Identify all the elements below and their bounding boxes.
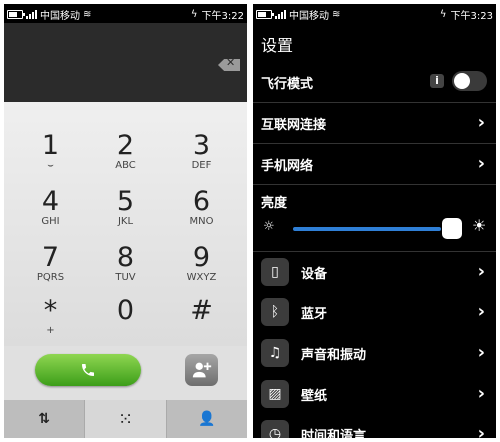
device-row[interactable]: ▯ 设备 › (253, 252, 496, 292)
clock-label: 下午3:23 (450, 11, 493, 22)
call-row (4, 346, 247, 402)
chevron-right-icon: › (477, 301, 485, 322)
dialer-tab-bar: ⇅ ⁙ 👤 (4, 400, 247, 438)
chevron-right-icon: › (477, 112, 485, 133)
status-bar: 中国移动 ≋ ϟ 下午3:23 (253, 4, 496, 23)
internet-connection-row[interactable]: 互联网连接 › (253, 103, 496, 143)
brightness-slider-handle[interactable] (442, 218, 462, 239)
key-5[interactable]: 5 JKL (85, 183, 166, 244)
key-7[interactable]: 7 PQRS (10, 239, 91, 300)
bluetooth-row[interactable]: ᛒ 蓝牙 › (253, 292, 496, 332)
key-6[interactable]: 6 MNO (161, 183, 242, 244)
key-3[interactable]: 3 DEF (161, 127, 242, 188)
brightness-slider[interactable] (293, 227, 441, 231)
brightness-label: 亮度 (261, 196, 288, 211)
page-title: 设置 (261, 36, 294, 55)
contacts-icon: 👤 (198, 411, 216, 427)
key-2[interactable]: 2 ABC (85, 127, 166, 188)
wifi-icon: ≋ (332, 9, 341, 20)
mobile-network-row[interactable]: 手机网络 › (253, 144, 496, 184)
dialpad-icon: ⁙ (117, 408, 134, 430)
divider (253, 184, 496, 185)
chevron-right-icon: › (477, 342, 485, 363)
bluetooth-icon: ᛒ (261, 298, 289, 326)
wallpaper-icon: ▨ (261, 380, 289, 408)
keypad: 1 ⌣ 2 ABC 3 DEF 4 GHI 5 JKL 6 MNO 7 PQRS 8 TUV 9… (4, 102, 247, 346)
wallpaper-row[interactable]: ▨ 壁纸 › (253, 374, 496, 414)
call-button[interactable] (35, 354, 141, 386)
key-1[interactable]: 1 ⌣ (10, 127, 91, 188)
clock-label: 下午3:22 (201, 11, 244, 22)
brightness-low-icon: ☼ (263, 219, 275, 234)
add-contact-button[interactable] (185, 354, 218, 386)
sound-vibration-row[interactable]: ♫ 声音和振动 › (253, 333, 496, 373)
battery-icon (7, 10, 25, 19)
tab-contacts[interactable]: 👤 (167, 400, 247, 438)
airplane-mode-row[interactable]: 飞行模式 i (253, 62, 496, 102)
signal-icon (26, 10, 37, 19)
charging-icon: ϟ (439, 9, 447, 20)
call-log-icon: ⇅ (38, 411, 51, 427)
voicemail-icon: ⌣ (47, 160, 54, 171)
tab-call-log[interactable]: ⇅ (4, 400, 86, 438)
backspace-button[interactable]: ✕ (218, 59, 240, 71)
airplane-mode-toggle[interactable] (452, 71, 487, 91)
chevron-right-icon: › (477, 261, 485, 282)
status-bar: 中国移动 ≋ ϟ 下午3:22 (4, 4, 247, 23)
brightness-high-icon: ☀ (472, 216, 487, 235)
sound-icon: ♫ (261, 339, 289, 367)
carrier-label: 中国移动 (289, 11, 329, 22)
add-contact-icon (192, 362, 212, 378)
dialer-screen: 中国移动 ≋ ϟ 下午3:22 ✕ 1 ⌣ 2 ABC 3 DEF 4 GHI 5 JKL… (4, 4, 247, 438)
key-hash[interactable]: # (161, 292, 242, 353)
clock-icon: ◷ (261, 420, 289, 438)
carrier-label: 中国移动 (40, 11, 80, 22)
key-4[interactable]: 4 GHI (10, 183, 91, 244)
phone-handset-icon (82, 364, 94, 376)
key-8[interactable]: 8 TUV (85, 239, 166, 300)
chevron-right-icon: › (477, 423, 485, 438)
info-icon[interactable]: i (430, 74, 444, 88)
key-0[interactable]: 0 (85, 292, 166, 353)
key-9[interactable]: 9 WXYZ (161, 239, 242, 300)
settings-screen: 中国移动 ≋ ϟ 下午3:23 设置 飞行模式 i 互联网连接 › 手机网络 ›… (253, 4, 496, 438)
backspace-icon: ✕ (226, 56, 236, 69)
chevron-right-icon: › (477, 383, 485, 404)
signal-icon (275, 10, 286, 19)
time-language-row[interactable]: ◷ 时间和语言 › (253, 414, 496, 438)
battery-icon (256, 10, 274, 19)
number-display[interactable]: ✕ (4, 23, 247, 102)
wifi-icon: ≋ (83, 9, 92, 20)
tab-dialpad[interactable]: ⁙ (85, 400, 167, 438)
phone-icon: ▯ (261, 258, 289, 286)
chevron-right-icon: › (477, 153, 485, 174)
charging-icon: ϟ (190, 9, 198, 20)
key-star[interactable]: * + (10, 292, 91, 353)
